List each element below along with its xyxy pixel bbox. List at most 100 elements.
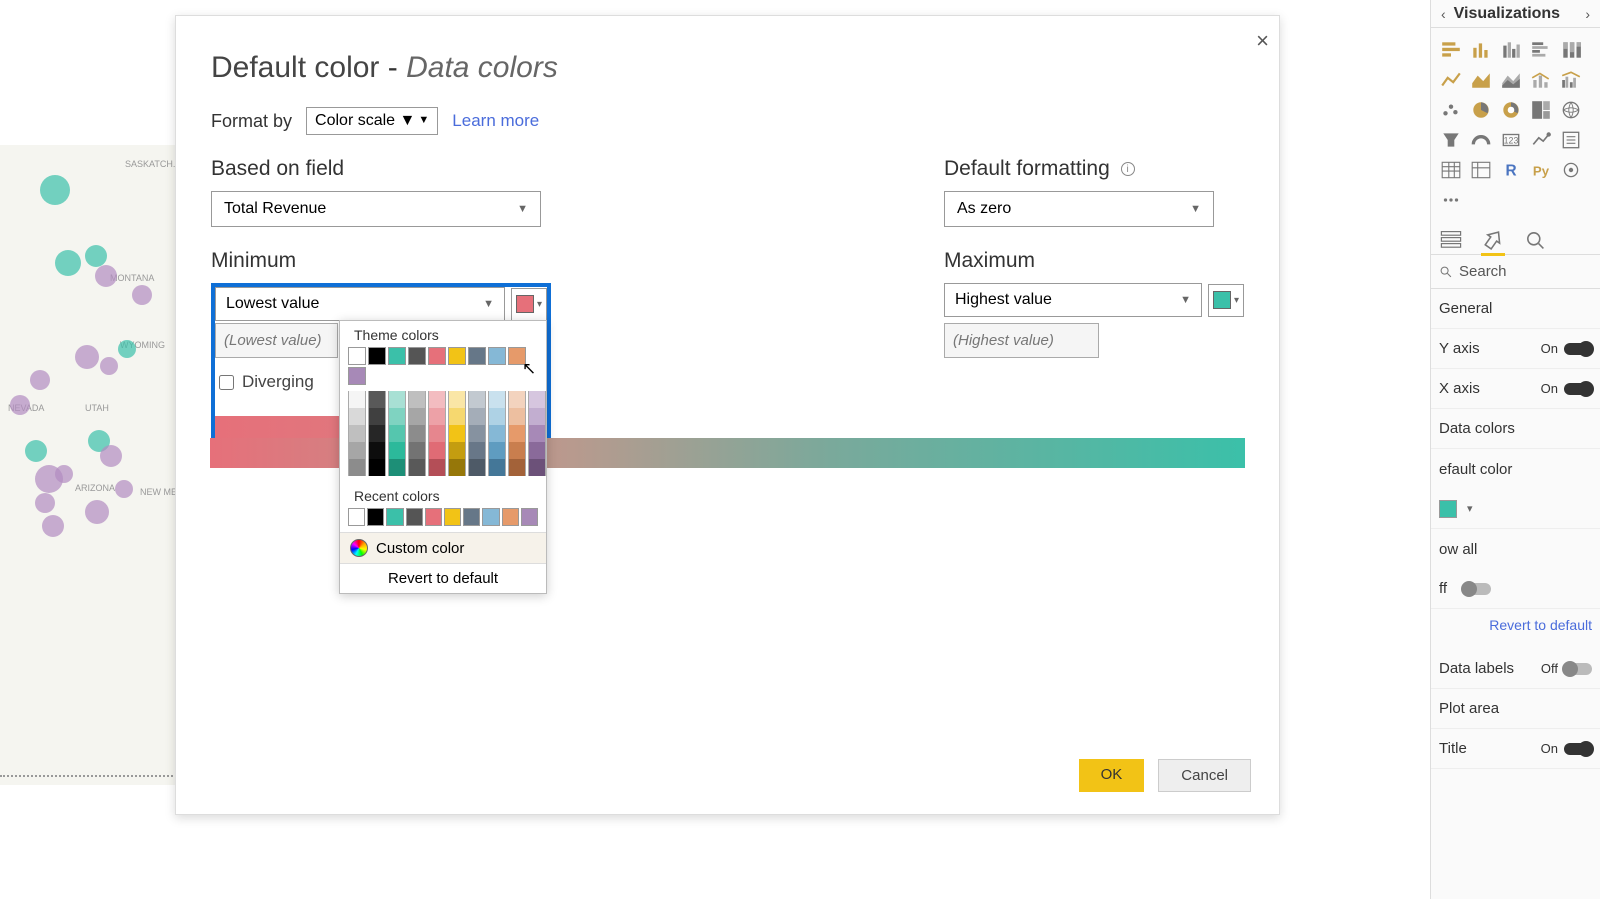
- toggle-on[interactable]: [1564, 383, 1592, 395]
- prop-y-axis[interactable]: Y axis On: [1431, 329, 1600, 369]
- slicer-icon[interactable]: [1559, 128, 1583, 152]
- map-icon[interactable]: [1559, 98, 1583, 122]
- more-visuals-icon[interactable]: [1439, 188, 1463, 212]
- color-shade-cell[interactable]: [488, 425, 506, 442]
- recent-color-cell[interactable]: [386, 508, 403, 526]
- color-shade-cell[interactable]: [488, 459, 506, 476]
- recent-color-cell[interactable]: [348, 508, 365, 526]
- color-cell[interactable]: [368, 347, 386, 365]
- color-shade-cell[interactable]: [408, 442, 426, 459]
- color-shade-cell[interactable]: [368, 442, 386, 459]
- color-shade-cell[interactable]: [468, 425, 486, 442]
- maximum-value-input[interactable]: (Highest value): [944, 323, 1099, 358]
- chevron-right-icon[interactable]: ›: [1581, 6, 1594, 22]
- color-shade-cell[interactable]: [428, 459, 446, 476]
- color-shade-cell[interactable]: [428, 425, 446, 442]
- revert-to-default-button[interactable]: Revert to default: [340, 563, 546, 593]
- color-cell[interactable]: [408, 347, 426, 365]
- recent-color-cell[interactable]: [482, 508, 499, 526]
- color-cell[interactable]: [348, 347, 366, 365]
- color-shade-cell[interactable]: [528, 425, 546, 442]
- scatter-chart-icon[interactable]: [1439, 98, 1463, 122]
- toggle-on[interactable]: [1564, 343, 1592, 355]
- toggle-off[interactable]: [1463, 583, 1491, 595]
- treemap-icon[interactable]: [1529, 98, 1553, 122]
- color-cell[interactable]: [428, 347, 446, 365]
- color-shade-cell[interactable]: [428, 408, 446, 425]
- prop-data-colors[interactable]: Data colors: [1431, 409, 1600, 449]
- color-shade-cell[interactable]: [448, 459, 466, 476]
- recent-color-cell[interactable]: [367, 508, 384, 526]
- minimum-dropdown[interactable]: Lowest value▼: [215, 287, 505, 321]
- color-shade-cell[interactable]: [448, 391, 466, 408]
- kpi-icon[interactable]: [1529, 128, 1553, 152]
- color-shade-cell[interactable]: [368, 425, 386, 442]
- maximum-dropdown[interactable]: Highest value▼: [944, 283, 1202, 317]
- recent-color-cell[interactable]: [406, 508, 423, 526]
- clustered-column-chart-icon[interactable]: [1529, 38, 1553, 62]
- hundred-stacked-column-icon[interactable]: [1559, 38, 1583, 62]
- color-shade-cell[interactable]: [508, 408, 526, 425]
- color-cell[interactable]: [348, 367, 366, 385]
- based-on-field-dropdown[interactable]: Total Revenue▼: [211, 191, 541, 227]
- color-shade-cell[interactable]: [528, 459, 546, 476]
- stacked-bar-chart-icon[interactable]: [1439, 38, 1463, 62]
- learn-more-link[interactable]: Learn more: [452, 111, 539, 131]
- search-box[interactable]: Search: [1431, 254, 1600, 289]
- toggle-on[interactable]: [1564, 743, 1592, 755]
- line-chart-icon[interactable]: [1439, 68, 1463, 92]
- color-shade-cell[interactable]: [408, 425, 426, 442]
- color-shade-cell[interactable]: [508, 442, 526, 459]
- matrix-icon[interactable]: [1469, 158, 1493, 182]
- color-shade-cell[interactable]: [428, 391, 446, 408]
- format-by-dropdown[interactable]: Color scale ▼: [306, 107, 438, 135]
- color-cell[interactable]: [488, 347, 506, 365]
- clustered-bar-chart-icon[interactable]: [1499, 38, 1523, 62]
- recent-color-cell[interactable]: [521, 508, 538, 526]
- color-shade-cell[interactable]: [508, 459, 526, 476]
- color-shade-cell[interactable]: [368, 391, 386, 408]
- prop-plot-area[interactable]: Plot area: [1431, 689, 1600, 729]
- color-cell[interactable]: [388, 347, 406, 365]
- color-shade-cell[interactable]: [468, 442, 486, 459]
- color-shade-cell[interactable]: [388, 425, 406, 442]
- color-cell[interactable]: [468, 347, 486, 365]
- color-shade-cell[interactable]: [368, 459, 386, 476]
- color-shade-cell[interactable]: [348, 442, 366, 459]
- color-shade-cell[interactable]: [488, 408, 506, 425]
- minimum-value-input[interactable]: (Lowest value): [215, 323, 338, 358]
- color-shade-cell[interactable]: [428, 442, 446, 459]
- color-shade-cell[interactable]: [408, 391, 426, 408]
- recent-color-cell[interactable]: [425, 508, 442, 526]
- color-shade-cell[interactable]: [348, 408, 366, 425]
- card-icon[interactable]: 123: [1499, 128, 1523, 152]
- ok-button[interactable]: OK: [1079, 759, 1145, 792]
- color-shade-cell[interactable]: [348, 425, 366, 442]
- pie-chart-icon[interactable]: [1469, 98, 1493, 122]
- format-tab-icon[interactable]: [1481, 228, 1505, 252]
- line-stacked-column-icon[interactable]: [1529, 68, 1553, 92]
- line-clustered-column-icon[interactable]: [1559, 68, 1583, 92]
- chevron-left-icon[interactable]: ‹: [1437, 6, 1450, 22]
- color-shade-cell[interactable]: [468, 391, 486, 408]
- recent-color-cell[interactable]: [463, 508, 480, 526]
- color-shade-cell[interactable]: [348, 459, 366, 476]
- minimum-color-button[interactable]: ▾: [511, 288, 547, 321]
- diverging-checkbox[interactable]: [219, 375, 234, 390]
- prop-off-toggle[interactable]: ff: [1431, 569, 1600, 609]
- color-shade-cell[interactable]: [468, 459, 486, 476]
- gauge-icon[interactable]: [1469, 128, 1493, 152]
- color-shade-cell[interactable]: [528, 442, 546, 459]
- area-chart-icon[interactable]: [1469, 68, 1493, 92]
- color-shade-cell[interactable]: [528, 391, 546, 408]
- analytics-tab-icon[interactable]: [1523, 228, 1547, 252]
- stacked-area-chart-icon[interactable]: [1499, 68, 1523, 92]
- recent-color-cell[interactable]: [444, 508, 461, 526]
- color-shade-cell[interactable]: [488, 391, 506, 408]
- color-shade-cell[interactable]: [408, 408, 426, 425]
- color-shade-cell[interactable]: [388, 391, 406, 408]
- info-icon[interactable]: i: [1121, 162, 1135, 176]
- fields-tab-icon[interactable]: [1439, 228, 1463, 252]
- toggle-off[interactable]: [1564, 663, 1592, 675]
- funnel-icon[interactable]: [1439, 128, 1463, 152]
